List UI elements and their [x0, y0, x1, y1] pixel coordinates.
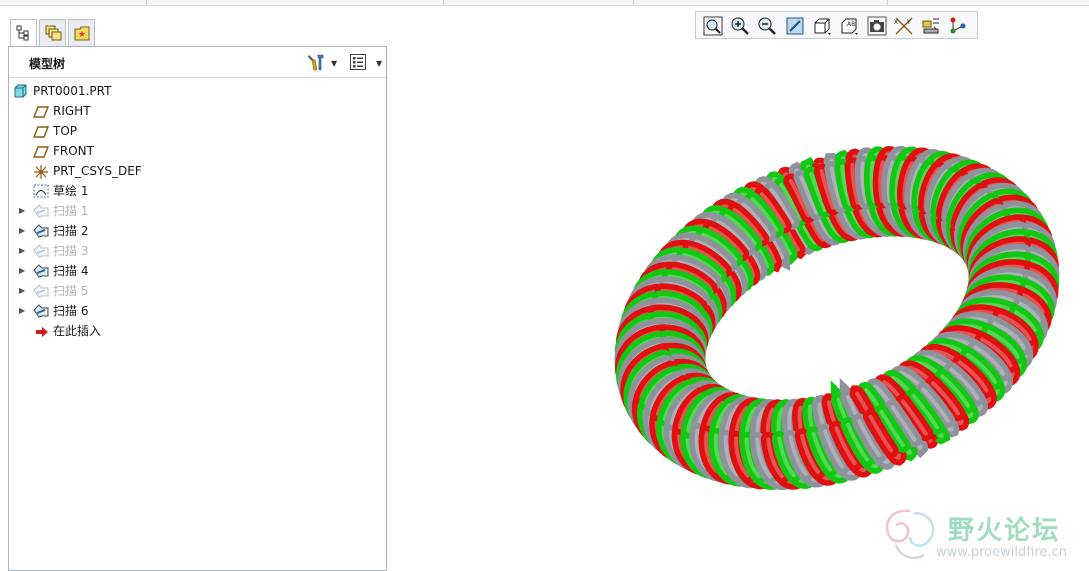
saved-views-icon: AB [841, 18, 858, 35]
camera-button[interactable] [866, 15, 888, 37]
tree-item-part[interactable]: PRT0001.PRT [9, 81, 386, 101]
model-tree-tab-icon [16, 25, 29, 41]
expand-arrow-icon[interactable]: ▶ [19, 221, 25, 241]
graphics-window[interactable] [388, 40, 1089, 571]
datum-display-icon: XY [894, 17, 913, 35]
expand-arrow-icon[interactable]: ▶ [19, 261, 25, 281]
saved-views-button[interactable]: AB [838, 15, 860, 37]
tree-item-label: PRT_CSYS_DEF [53, 164, 142, 178]
tree-item-sweep[interactable]: ▶ 扫描 5 [9, 281, 386, 301]
tree-item-label: 在此插入 [53, 324, 102, 338]
datum-plane-icon [32, 144, 50, 158]
annotation-icon [950, 17, 966, 34]
datum-plane-icon [32, 104, 50, 118]
svg-text:Y: Y [906, 19, 911, 26]
forum-watermark: 野火论坛 www.proewildfire.cn [880, 505, 1089, 571]
separator [887, 0, 888, 5]
expand-arrow-icon[interactable]: ▶ [19, 201, 25, 221]
sweep-icon [33, 244, 49, 258]
watermark-title: 野火论坛 [948, 516, 1061, 546]
tree-item-label: 扫描 5 [53, 284, 89, 298]
sweep-icon [33, 304, 49, 318]
watermark-url: www.proewildfire.cn [936, 545, 1067, 560]
repaint-button[interactable] [784, 15, 806, 37]
separator [146, 0, 147, 5]
datum-display-button[interactable]: XY [893, 15, 915, 37]
tree-item-label: RIGHT [53, 104, 91, 118]
tree-item-sweep[interactable]: ▶ 扫描 4 [9, 261, 386, 281]
tab-model-tree[interactable] [10, 19, 37, 48]
layers-tab-icon [45, 25, 62, 41]
zoom-out-button[interactable] [756, 15, 778, 37]
view-toolbar: AB XY [695, 11, 978, 39]
tree-item-label: 扫描 6 [53, 304, 89, 318]
chevron-down-icon: ▼ [331, 59, 338, 68]
zoom-out-icon [758, 17, 776, 35]
display-style-button[interactable] [811, 15, 833, 37]
datum-plane-icon [32, 124, 50, 138]
model-tree-frame: 模型树 ▼ ▼ PRT0001.PRT RIGHT TOP FRONT PRT_… [8, 46, 387, 571]
sketch-icon [33, 184, 49, 198]
svg-text:AB: AB [847, 21, 855, 28]
chevron-down-icon: ▼ [376, 59, 383, 68]
tree-item-right[interactable]: RIGHT [9, 101, 386, 121]
camera-icon [867, 16, 887, 36]
part-icon [13, 84, 29, 98]
tree-item-sweep[interactable]: ▶ 扫描 3 [9, 241, 386, 261]
tab-layers[interactable] [39, 19, 66, 46]
csys-icon [33, 164, 49, 179]
tree-item-front[interactable]: FRONT [9, 141, 386, 161]
tree-item-label: TOP [53, 124, 78, 138]
tree-item-csys[interactable]: PRT_CSYS_DEF [9, 161, 386, 181]
tree-item-insert-here[interactable]: 在此插入 [9, 321, 386, 341]
tree-item-label: 扫描 1 [53, 204, 89, 218]
sweep-icon [33, 204, 49, 218]
tree-item-label: PRT0001.PRT [33, 84, 112, 98]
tools-icon [308, 54, 324, 71]
tree-item-label: 草绘 1 [53, 184, 89, 198]
annotation-button[interactable] [947, 15, 969, 37]
repaint-icon [786, 17, 804, 35]
model-tree-title: 模型树 [29, 57, 66, 71]
zoom-fit-button[interactable] [702, 15, 724, 37]
tree-item-sweep[interactable]: ▶ 扫描 1 [9, 201, 386, 221]
tree-item-label: 扫描 4 [53, 264, 89, 278]
tree-item-top[interactable]: TOP [9, 121, 386, 141]
display-style-icon [814, 18, 831, 35]
zoom-in-button[interactable] [729, 15, 751, 37]
top-menu-strip [0, 0, 1089, 6]
spin-center-icon [922, 18, 939, 34]
expand-arrow-icon[interactable]: ▶ [19, 301, 25, 321]
tree-show-button[interactable]: ▼ [349, 53, 385, 71]
expand-arrow-icon[interactable]: ▶ [19, 281, 25, 301]
model-tree-header: 模型树 ▼ ▼ [9, 47, 386, 78]
tree-item-label: 扫描 3 [53, 244, 89, 258]
tab-folder-browser[interactable] [68, 19, 95, 46]
expand-arrow-icon[interactable]: ▶ [19, 241, 25, 261]
tree-item-sweep[interactable]: ▶ 扫描 6 [9, 301, 386, 321]
tree-item-sketch[interactable]: 草绘 1 [9, 181, 386, 201]
tree-item-sweep[interactable]: ▶ 扫描 2 [9, 221, 386, 241]
svg-text:X: X [894, 19, 898, 26]
sweep-icon [33, 284, 49, 298]
spin-center-button[interactable] [920, 15, 942, 37]
separator [443, 0, 444, 5]
separator [633, 0, 634, 5]
tree-item-label: FRONT [53, 144, 94, 158]
tree-settings-button[interactable]: ▼ [306, 53, 342, 71]
sweep-icon [33, 264, 49, 278]
tree-item-label: 扫描 2 [53, 224, 89, 238]
navigator-panel: 模型树 ▼ ▼ PRT0001.PRT RIGHT TOP FRONT PRT_… [8, 15, 387, 571]
folder-browser-tab-icon [74, 26, 90, 41]
zoom-fit-icon [703, 16, 723, 36]
sweep-icon [33, 224, 49, 238]
insert-here-arrow-icon [35, 324, 51, 338]
model-tree: PRT0001.PRT RIGHT TOP FRONT PRT_CSYS_DEF… [9, 81, 386, 341]
zoom-in-icon [731, 17, 749, 35]
list-icon [350, 54, 366, 70]
